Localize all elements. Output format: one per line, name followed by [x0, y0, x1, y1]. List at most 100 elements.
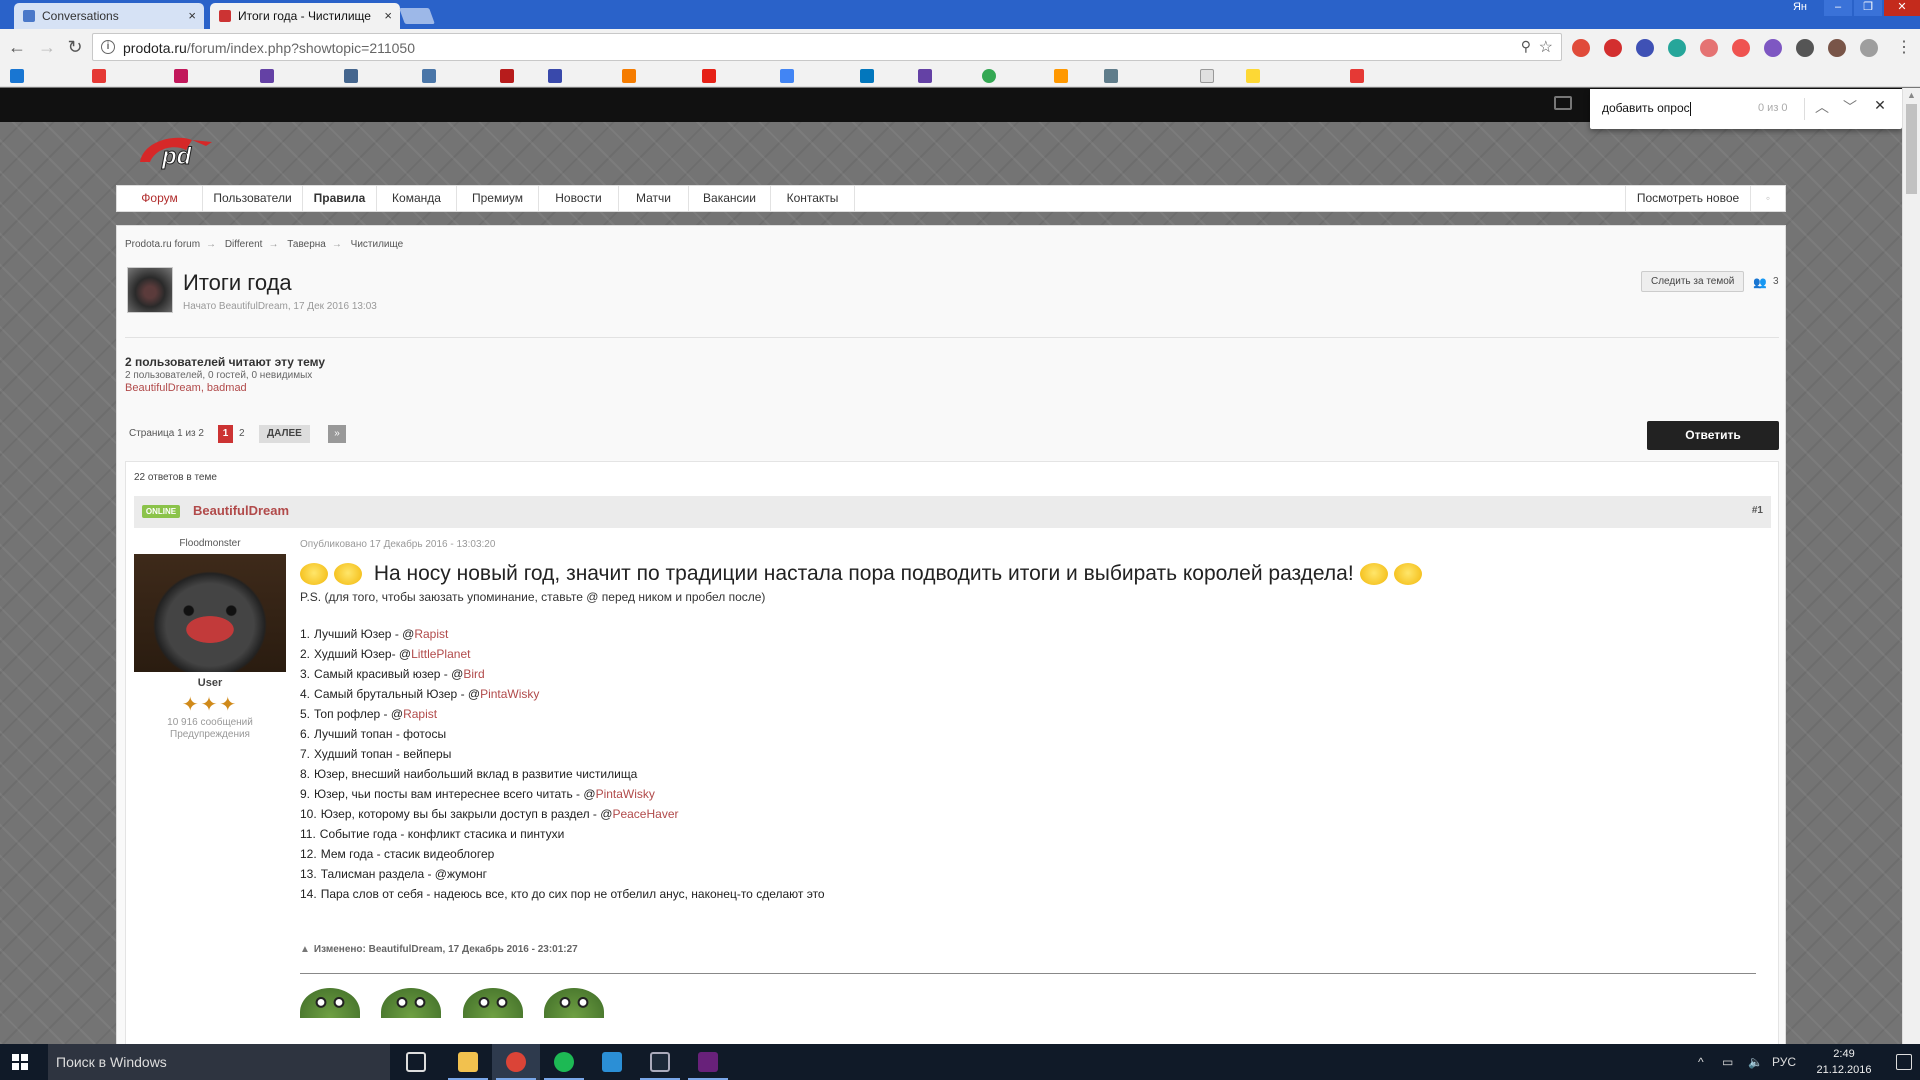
extension-icon[interactable]: [1668, 39, 1686, 57]
post-number[interactable]: #1: [1752, 505, 1763, 516]
chevron-up-icon[interactable]: ︿: [1812, 97, 1832, 117]
menu-icon[interactable]: ⋮: [1896, 37, 1912, 57]
vk-icon[interactable]: [344, 69, 358, 83]
breadcrumb-item[interactable]: Different: [225, 239, 263, 250]
bookmark-icon[interactable]: [1350, 69, 1364, 83]
restore-icon[interactable]: ❐: [1854, 0, 1882, 16]
readers-names[interactable]: BeautifulDream, badmad: [125, 382, 247, 394]
extension-icon[interactable]: [1604, 39, 1622, 57]
chrome-icon[interactable]: [492, 1044, 540, 1080]
clock-time[interactable]: 2:49: [1822, 1048, 1866, 1060]
network-icon[interactable]: ▭: [1722, 1055, 1733, 1069]
nav-rules[interactable]: Правила: [303, 186, 377, 211]
reload-icon[interactable]: ↻: [64, 37, 86, 58]
nav-news[interactable]: Новости: [539, 186, 619, 211]
steam-icon[interactable]: [636, 1044, 684, 1080]
clock-date[interactable]: 21.12.2016: [1808, 1064, 1880, 1076]
spotify-icon[interactable]: [540, 1044, 588, 1080]
user-mention-link[interactable]: PeaceHaver: [612, 807, 678, 821]
user-mention-link[interactable]: PintaWisky: [480, 687, 539, 701]
notifications-icon[interactable]: [1896, 1054, 1912, 1070]
volume-icon[interactable]: 🔈: [1748, 1055, 1763, 1069]
pin-icon[interactable]: ◦: [1751, 186, 1785, 211]
back-icon[interactable]: ←: [6, 37, 28, 58]
nav-view-new[interactable]: Посмотреть новое: [1625, 186, 1751, 211]
translate-icon[interactable]: [780, 69, 794, 83]
task-view-icon[interactable]: [392, 1044, 440, 1080]
close-icon[interactable]: ×: [384, 3, 392, 29]
zoom-icon[interactable]: ⚲: [1521, 38, 1531, 55]
chevron-up-icon[interactable]: ^: [1698, 1055, 1704, 1069]
extension-icon[interactable]: [1796, 39, 1814, 57]
author-warnings[interactable]: Предупреждения: [134, 729, 286, 740]
nav-premium[interactable]: Премиум: [457, 186, 539, 211]
bookmark-icon[interactable]: [860, 69, 874, 83]
bookmark-icon[interactable]: [422, 69, 436, 83]
tab-conversations[interactable]: Conversations ×: [14, 3, 204, 29]
reply-button[interactable]: Ответить: [1647, 421, 1779, 450]
user-mention-link[interactable]: PintaWisky: [596, 787, 655, 801]
user-mention-link[interactable]: Rapist: [403, 707, 437, 721]
google-icon[interactable]: [982, 69, 996, 83]
chevron-down-icon[interactable]: ﹀: [1840, 97, 1860, 117]
address-bar[interactable]: i prodota.ru/forum/index.php?showtopic=2…: [92, 33, 1562, 61]
windows-start-icon[interactable]: [12, 1054, 28, 1070]
folder-icon[interactable]: [1246, 69, 1260, 83]
profile-name[interactable]: Ян: [1786, 0, 1814, 16]
extension-icon[interactable]: [1572, 39, 1590, 57]
bookmark-icon[interactable]: [1104, 69, 1118, 83]
user-mention-link[interactable]: LittlePlanet: [411, 647, 470, 661]
extension-icon[interactable]: [1732, 39, 1750, 57]
bookmark-icon[interactable]: [1054, 69, 1068, 83]
forward-icon[interactable]: →: [36, 37, 58, 58]
avatar[interactable]: [134, 554, 286, 672]
bookmark-icon[interactable]: [548, 69, 562, 83]
last-page-button[interactable]: »: [328, 425, 346, 443]
nav-vacancies[interactable]: Вакансии: [689, 186, 771, 211]
bookmark-icon[interactable]: [92, 69, 106, 83]
nav-matches[interactable]: Матчи: [619, 186, 689, 211]
post-author-link[interactable]: BeautifulDream: [193, 503, 289, 518]
close-icon[interactable]: ×: [188, 3, 196, 29]
nav-forum[interactable]: Форум: [117, 186, 203, 211]
apps-icon[interactable]: [10, 69, 24, 83]
extension-icon[interactable]: [1700, 39, 1718, 57]
follow-topic-button[interactable]: Следить за темой: [1641, 271, 1745, 292]
close-window-icon[interactable]: ✕: [1884, 0, 1920, 16]
page-scrollbar[interactable]: ▲: [1902, 88, 1920, 1044]
extension-icon[interactable]: [1860, 39, 1878, 57]
nav-team[interactable]: Команда: [377, 186, 457, 211]
info-icon[interactable]: i: [101, 40, 115, 54]
visual-studio-icon[interactable]: [684, 1044, 732, 1080]
youtube-icon[interactable]: [702, 69, 716, 83]
site-logo[interactable]: pd: [136, 132, 218, 172]
mail-icon[interactable]: [1554, 96, 1572, 110]
nav-contacts[interactable]: Контакты: [771, 186, 855, 211]
language-indicator[interactable]: РУС: [1772, 1055, 1796, 1069]
app-icon[interactable]: [588, 1044, 636, 1080]
breadcrumb-item[interactable]: Prodota.ru forum: [125, 239, 200, 250]
explorer-icon[interactable]: [444, 1044, 492, 1080]
twitch-icon[interactable]: [260, 69, 274, 83]
extension-icon[interactable]: [1636, 39, 1654, 57]
taskbar-search[interactable]: Поиск в Windows: [48, 1044, 390, 1080]
user-mention-link[interactable]: Bird: [463, 667, 484, 681]
nav-users[interactable]: Пользователи: [203, 186, 303, 211]
breadcrumb-item[interactable]: Чистилище: [351, 239, 404, 250]
minimize-icon[interactable]: –: [1824, 0, 1852, 16]
page-link[interactable]: 2: [239, 425, 245, 443]
extension-icon[interactable]: [1828, 39, 1846, 57]
close-icon[interactable]: ✕: [1870, 97, 1890, 114]
star-icon[interactable]: ☆: [1539, 37, 1553, 57]
next-page-button[interactable]: ДАЛЕЕ: [259, 425, 310, 443]
document-icon[interactable]: [1200, 69, 1214, 83]
instagram-icon[interactable]: [174, 69, 188, 83]
prodota-icon[interactable]: [500, 69, 514, 83]
tab-topic[interactable]: Итоги года - Чистилище ×: [210, 3, 400, 29]
scroll-up-icon[interactable]: ▲: [1907, 90, 1916, 100]
find-input[interactable]: добавить опрос: [1602, 101, 1691, 116]
topic-author-avatar[interactable]: [127, 267, 173, 313]
new-tab-button[interactable]: [399, 8, 435, 24]
twitch-icon[interactable]: [918, 69, 932, 83]
user-mention-link[interactable]: Rapist: [414, 627, 448, 641]
